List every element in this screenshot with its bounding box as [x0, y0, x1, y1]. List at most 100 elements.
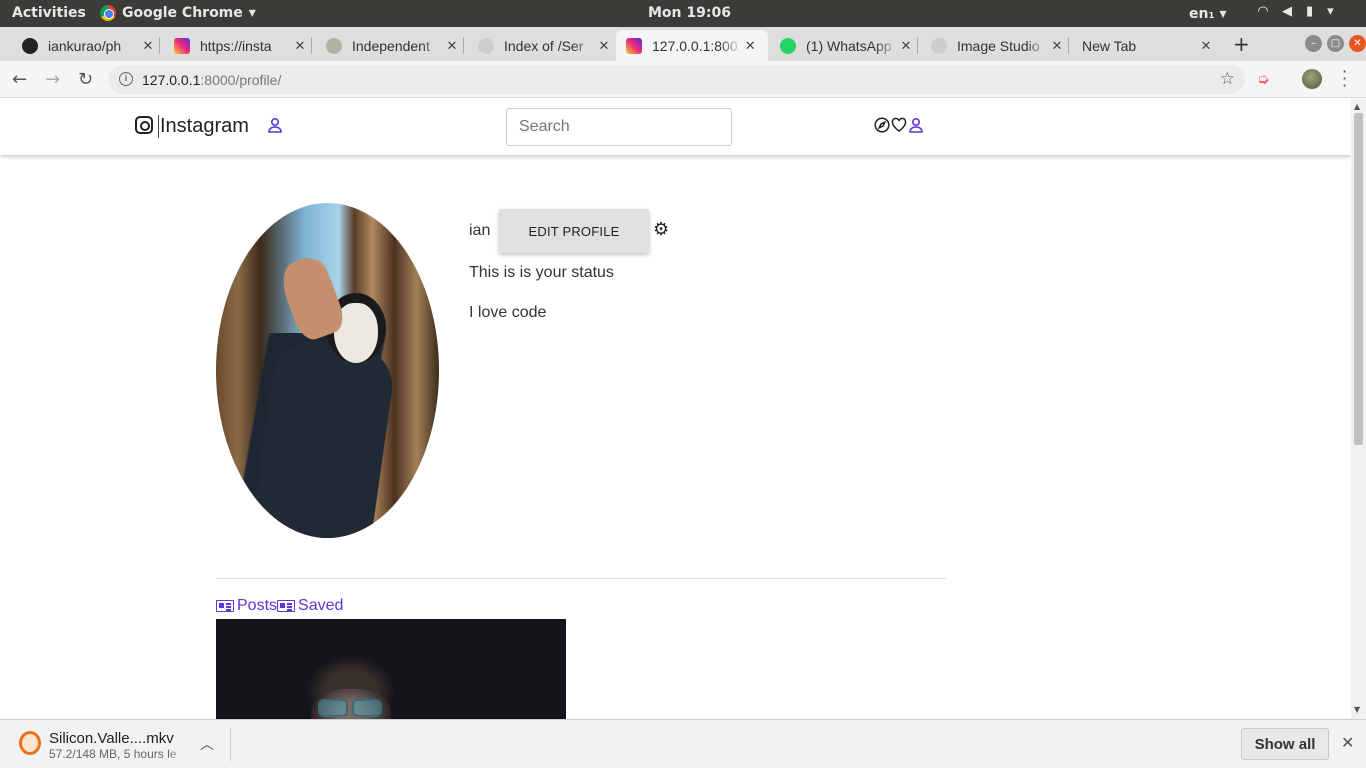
divider	[216, 578, 946, 579]
tab-instagram-external[interactable]: https://insta ✕	[170, 30, 312, 61]
instagram-icon	[174, 37, 190, 54]
tab-title: 127.0.0.1:800	[652, 37, 738, 54]
tab-new-tab[interactable]: New Tab ✕	[1078, 30, 1218, 61]
page-viewport: Instagram ian EDIT PROFILE ⚙ This is is …	[0, 99, 1351, 719]
github-icon	[22, 37, 38, 54]
tab-title: New Tab	[1082, 37, 1137, 54]
scroll-down-icon[interactable]: ▼	[1354, 705, 1360, 714]
tab-github[interactable]: iankurao/ph ✕	[18, 30, 160, 61]
user-icon[interactable]	[267, 117, 283, 138]
close-icon[interactable]: ✕	[596, 38, 612, 54]
tab-strip: iankurao/ph ✕ https://insta ✕ Independen…	[0, 27, 1366, 61]
close-icon[interactable]: ✕	[742, 38, 758, 54]
brand-name[interactable]: Instagram	[158, 115, 249, 138]
tab-image-studio[interactable]: Image Studio ✕	[927, 30, 1069, 61]
instagram-icon[interactable]	[135, 116, 153, 134]
close-icon[interactable]: ✕	[1341, 733, 1354, 753]
app-menu[interactable]: Google Chrome ▾	[100, 5, 256, 21]
download-file-name[interactable]: Silicon.Valle....mkv	[49, 730, 189, 747]
close-icon[interactable]: ✕	[1198, 38, 1214, 54]
url-text[interactable]: 127.0.0.1:8000/profile/	[142, 72, 281, 88]
ig-navbar: Instagram	[0, 99, 1351, 155]
bookmark-star-icon[interactable]: ☆	[1220, 69, 1235, 89]
kebab-menu-icon[interactable]: · · ·	[1342, 64, 1347, 94]
chrome-icon	[100, 5, 116, 21]
compass-icon[interactable]	[874, 117, 890, 138]
tab-saved-label: Saved	[298, 597, 344, 614]
system-tray[interactable]: ◠ ◀ ▮ ▾	[1258, 4, 1334, 19]
tab-separator	[917, 37, 918, 54]
close-icon[interactable]: ✕	[140, 38, 156, 54]
address-bar[interactable]: i 127.0.0.1:8000/profile/ ☆	[108, 65, 1245, 94]
profile-username: ian	[469, 222, 491, 239]
tab-posts-label: Posts	[237, 597, 278, 614]
new-tab-button[interactable]: +	[1233, 32, 1250, 56]
photo-glasses-left	[318, 699, 348, 717]
clock[interactable]: Mon 19:06	[648, 5, 731, 21]
show-all-button[interactable]: Show all	[1241, 728, 1329, 760]
tab-separator	[159, 37, 160, 54]
profile-avatar[interactable]	[1302, 69, 1322, 89]
os-top-bar: Activities Google Chrome ▾ Mon 19:06 en₁…	[0, 0, 1366, 27]
chevron-down-icon: ▾	[1327, 4, 1334, 19]
page-scrollbar[interactable]: ▲ ▼	[1351, 99, 1366, 719]
instagram-icon	[626, 37, 642, 54]
profile-bio: I love code	[469, 304, 547, 321]
tab-independent[interactable]: Independent ✕	[322, 30, 464, 61]
tab-saved[interactable]: Saved	[277, 597, 343, 615]
tab-separator	[1068, 37, 1069, 54]
close-icon[interactable]: ✕	[292, 38, 308, 54]
tab-title: Index of /Ser	[504, 37, 584, 54]
window-controls: – □ ✕	[1305, 35, 1366, 52]
profile-picture	[216, 203, 439, 538]
newspaper-icon	[277, 600, 296, 612]
newspaper-icon	[216, 600, 234, 612]
chevron-up-icon[interactable]: ︿	[200, 734, 214, 754]
close-window-button[interactable]: ✕	[1349, 35, 1366, 52]
tab-localhost-profile[interactable]: 127.0.0.1:800 ✕	[616, 30, 768, 61]
tab-title: iankurao/ph	[48, 37, 122, 54]
language-indicator[interactable]: en₁ ▾	[1189, 6, 1227, 22]
scrollbar-thumb[interactable]	[1354, 113, 1363, 445]
close-icon[interactable]: ✕	[1049, 38, 1065, 54]
tab-whatsapp[interactable]: (1) WhatsApp ✕	[776, 30, 918, 61]
tab-index-of[interactable]: Index of /Ser ✕	[474, 30, 616, 61]
tab-title: Independent	[352, 37, 430, 54]
back-arrow-icon[interactable]: ←	[12, 69, 27, 90]
globe-icon	[326, 37, 342, 54]
battery-icon: ▮	[1306, 4, 1314, 19]
extension-icon[interactable]: ➭	[1257, 70, 1270, 88]
gear-icon[interactable]: ⚙	[653, 219, 669, 240]
minimize-button[interactable]: –	[1305, 35, 1322, 52]
activities-button[interactable]: Activities	[12, 5, 86, 21]
chevron-down-icon: ▾	[248, 5, 256, 21]
profile-status: This is is your status	[469, 264, 614, 281]
edit-profile-button[interactable]: EDIT PROFILE	[499, 209, 649, 253]
tab-title: https://insta	[200, 37, 272, 54]
search-input[interactable]	[506, 108, 732, 146]
page-icon	[478, 37, 494, 54]
tab-title: (1) WhatsApp	[806, 37, 892, 54]
tab-title: Image Studio	[957, 37, 1040, 54]
reload-icon[interactable]: ↻	[78, 69, 93, 90]
heart-icon[interactable]	[891, 117, 907, 138]
ig-nav-icons	[874, 117, 924, 138]
tab-separator	[463, 37, 464, 54]
photo-hand	[275, 252, 349, 344]
tab-posts[interactable]: Posts	[216, 597, 277, 615]
scroll-up-icon[interactable]: ▲	[1354, 102, 1360, 111]
maximize-button[interactable]: □	[1327, 35, 1344, 52]
tab-separator	[311, 37, 312, 54]
download-progress-text: 57.2/148 MB, 5 hours le	[49, 747, 177, 761]
volume-icon: ◀	[1282, 4, 1292, 19]
forward-arrow-icon[interactable]: →	[45, 69, 60, 90]
info-icon[interactable]: i	[119, 72, 133, 86]
whatsapp-icon	[780, 37, 796, 54]
downloads-bar: Silicon.Valle....mkv 57.2/148 MB, 5 hour…	[0, 719, 1366, 768]
post-thumbnail[interactable]	[216, 619, 566, 719]
browser-toolbar: ← → ↻ i 127.0.0.1:8000/profile/ ☆	[0, 61, 1366, 98]
user-icon[interactable]	[908, 117, 924, 138]
page-icon	[931, 37, 947, 54]
close-icon[interactable]: ✕	[444, 38, 460, 54]
close-icon[interactable]: ✕	[898, 38, 914, 54]
